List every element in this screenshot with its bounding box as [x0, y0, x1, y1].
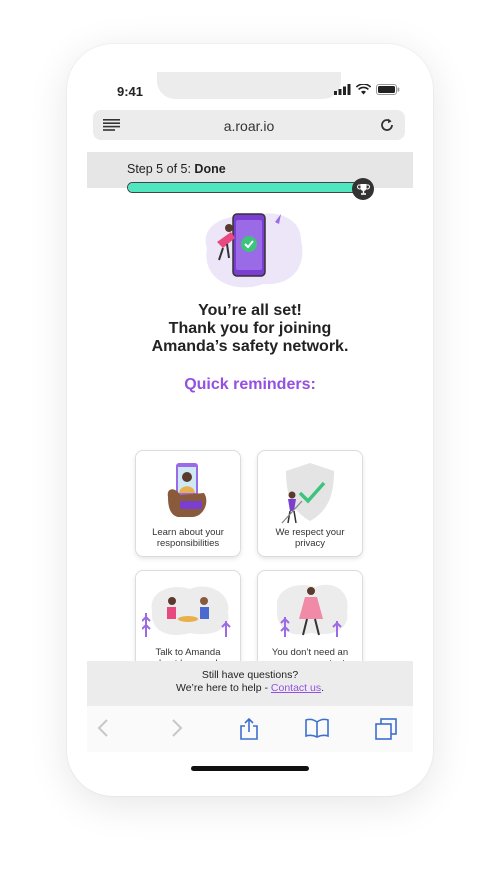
heading-line-2: Thank you for joining [168, 320, 332, 337]
back-icon[interactable] [97, 718, 109, 738]
shield-icon [281, 463, 334, 524]
page-content: Step 5 of 5: Done You’re all set! Thank … [87, 152, 413, 712]
help-footer: Still have questions? We’re here to help… [87, 661, 413, 706]
url-text[interactable]: a.roar.io [93, 118, 405, 134]
home-indicator [191, 766, 309, 771]
confirmation-heading: You’re all set! Thank you for joining Am… [87, 302, 413, 356]
share-icon[interactable] [239, 718, 259, 740]
two-people-talking-illustration [142, 586, 231, 637]
footer-help-line: We’re here to help - Contact us. [87, 682, 413, 695]
step-prefix: Step 5 of 5: [127, 162, 191, 176]
woman-walking-illustration [276, 584, 348, 637]
caption-line-2: privacy [294, 538, 326, 549]
phone-frame: 9:41 a.roar.io Step 5 of 5: Done You’re … [67, 44, 433, 796]
caption-line-1: Learn about your [152, 527, 224, 538]
trophy-icon [352, 178, 374, 200]
reminder-card-responsibilities[interactable]: Learn about your responsibilities [135, 450, 241, 557]
progress-fill [128, 183, 362, 192]
reminder-caption: We respect your privacy [262, 527, 358, 549]
step-label: Step 5 of 5: Done [127, 162, 226, 176]
tabs-icon[interactable] [375, 718, 397, 740]
reminder-card-privacy[interactable]: We respect your privacy [257, 450, 363, 557]
browser-toolbar [87, 706, 413, 752]
notch [157, 72, 341, 99]
caption-line-2: responsibilities [156, 538, 220, 549]
caption-line-1: Talk to Amanda [155, 647, 221, 658]
battery-icon [376, 84, 400, 95]
bookmarks-icon[interactable] [305, 718, 329, 738]
progress-bar [127, 182, 363, 193]
phone-in-hand-illustration [167, 463, 207, 517]
success-phone-illustration [205, 213, 303, 288]
forward-icon[interactable] [171, 718, 183, 738]
heading-line-1: You’re all set! [198, 302, 302, 319]
signal-icon [334, 84, 351, 95]
footer-period: . [321, 682, 325, 694]
address-bar[interactable]: a.roar.io [93, 110, 405, 140]
contact-us-link[interactable]: Contact us [271, 682, 321, 694]
footer-question: Still have questions? [201, 669, 299, 681]
step-name: Done [194, 162, 226, 176]
wifi-icon [356, 84, 371, 95]
caption-line-1: You don’t need an [271, 647, 349, 658]
status-time: 9:41 [117, 84, 144, 99]
reminder-caption: Learn about your responsibilities [140, 527, 236, 549]
status-icons [334, 84, 400, 95]
caption-line-1: We respect your [275, 527, 345, 538]
reload-icon[interactable] [379, 117, 395, 133]
footer-help-text: We’re here to help - [175, 682, 271, 694]
reminders-title: Quick reminders: [184, 376, 316, 393]
heading-line-3: Amanda’s safety network. [151, 338, 349, 355]
